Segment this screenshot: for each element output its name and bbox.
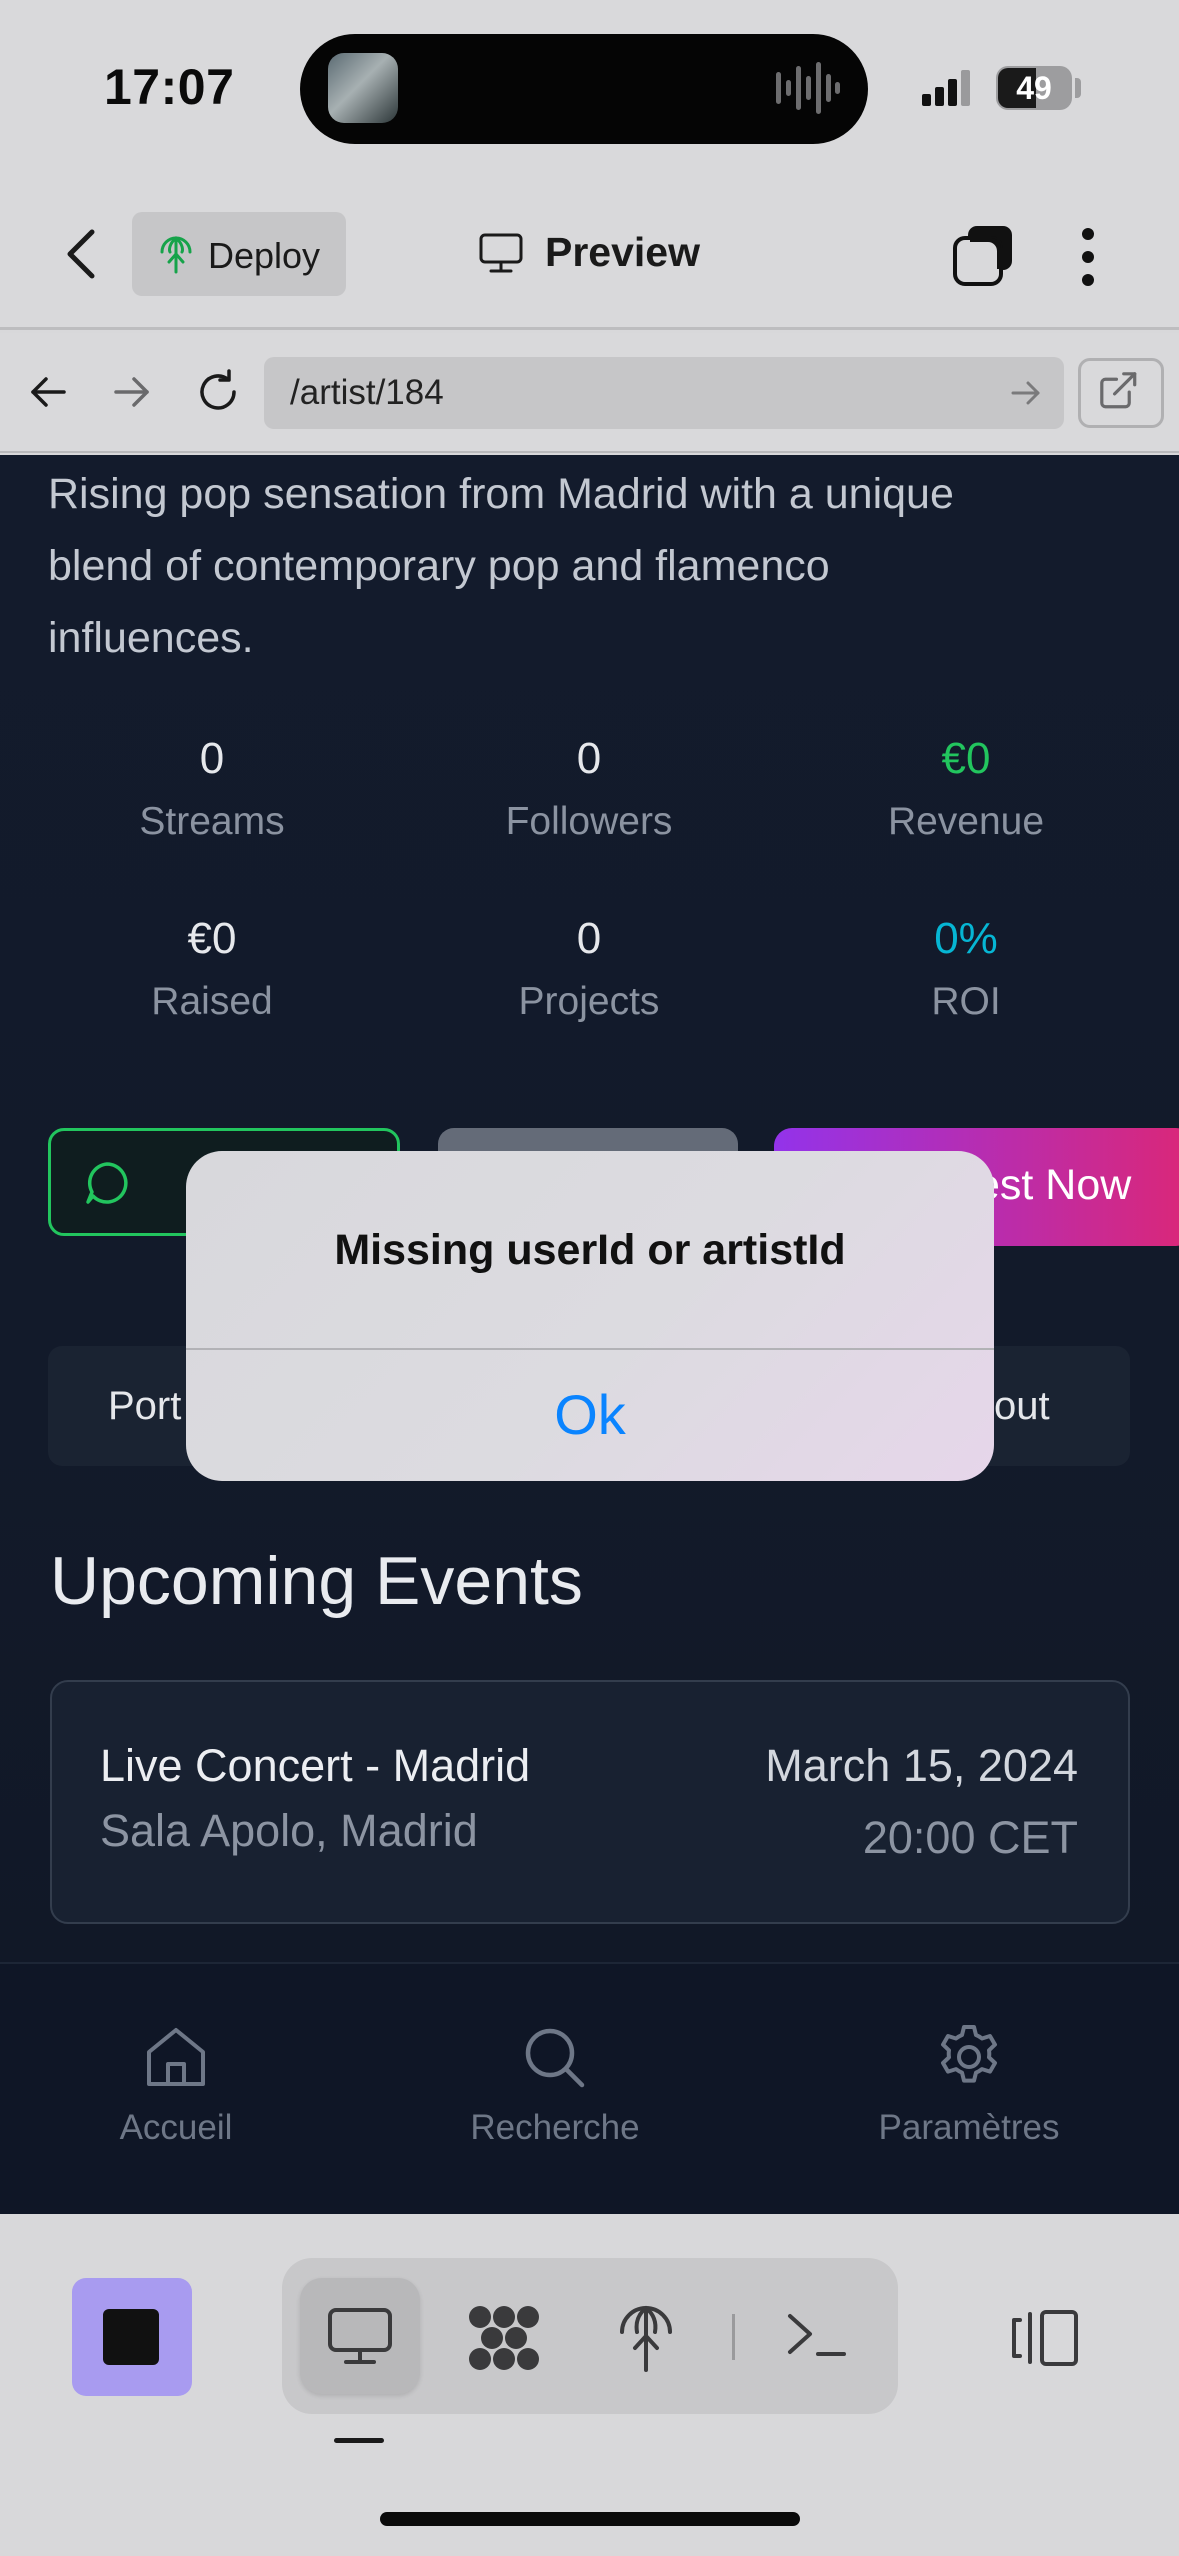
arrow-left-icon[interactable] <box>28 372 68 412</box>
artist-bio-line: influences. <box>48 614 254 662</box>
now-playing-artwork <box>328 53 398 123</box>
nav-home-label[interactable]: Accueil <box>26 2108 326 2148</box>
open-external-button[interactable] <box>1078 358 1164 428</box>
preview-title[interactable]: Preview <box>545 229 700 276</box>
nav-search-label[interactable]: Recherche <box>405 2108 705 2148</box>
stat-followers-label: Followers <box>505 800 673 843</box>
message-circle-icon <box>86 1162 128 1204</box>
chevron-left-icon[interactable] <box>62 226 102 282</box>
stat-streams-label: Streams <box>139 800 285 843</box>
tab-portfolio[interactable]: Port <box>108 1384 181 1429</box>
more-vertical-icon[interactable] <box>1076 226 1100 288</box>
monitor-icon <box>479 233 523 273</box>
active-tool-indicator <box>334 2438 384 2443</box>
home-icon[interactable] <box>141 2022 211 2092</box>
invest-now-label: est Now <box>976 1161 1132 1209</box>
battery-cap <box>1075 78 1081 98</box>
events-heading: Upcoming Events <box>50 1543 583 1619</box>
url-text: /artist/184 <box>290 373 444 412</box>
deploy-icon[interactable] <box>616 2300 676 2374</box>
event-card[interactable] <box>50 1680 1130 1924</box>
stat-raised-label: Raised <box>151 980 273 1023</box>
alert-message: Missing userId or artistId <box>334 1226 846 1274</box>
artist-bio-line: Rising pop sensation from Madrid with a … <box>48 470 954 518</box>
stat-projects-value: 0 <box>576 914 602 963</box>
event-time: 20:00 CET <box>862 1812 1078 1863</box>
status-time: 17:07 <box>104 59 235 115</box>
reload-icon[interactable] <box>194 368 242 416</box>
cellular-signal-icon <box>922 70 970 106</box>
stat-roi-value: 0% <box>934 914 998 963</box>
arrow-right-icon[interactable] <box>112 372 152 412</box>
stat-streams-value: 0 <box>199 734 225 783</box>
audio-waveform-icon <box>776 62 840 114</box>
stat-projects-label: Projects <box>518 980 660 1023</box>
deploy-label: Deploy <box>208 235 321 276</box>
monitor-icon <box>328 2308 392 2364</box>
tabs-icon[interactable] <box>952 224 1014 286</box>
tab-about[interactable]: out <box>994 1384 1050 1429</box>
event-venue: Sala Apolo, Madrid <box>100 1805 478 1856</box>
tool-divider <box>732 2314 735 2360</box>
stat-revenue-label: Revenue <box>887 800 1045 843</box>
stat-followers-value: 0 <box>576 734 602 783</box>
artist-bio-line: blend of contemporary pop and flamenco <box>48 542 830 590</box>
search-icon[interactable] <box>519 2022 589 2092</box>
external-link-icon <box>1100 372 1137 409</box>
terminal-icon[interactable] <box>786 2310 848 2362</box>
stat-raised-value: €0 <box>187 914 237 963</box>
stat-revenue-value: €0 <box>941 734 991 783</box>
alert-ok-button[interactable]: Ok <box>186 1350 994 1480</box>
battery-percent: 49 <box>1016 70 1052 106</box>
packages-icon[interactable] <box>466 2303 542 2373</box>
stat-roi-label: ROI <box>931 980 1001 1023</box>
event-name: Live Concert - Madrid <box>100 1740 531 1791</box>
deploy-icon <box>160 236 192 274</box>
home-indicator[interactable] <box>380 2512 800 2526</box>
side-panel-icon[interactable] <box>1010 2308 1080 2368</box>
gear-icon[interactable] <box>934 2022 1004 2092</box>
go-arrow-icon[interactable] <box>1010 378 1042 408</box>
event-date: March 15, 2024 <box>765 1740 1078 1791</box>
nav-settings-label[interactable]: Paramètres <box>819 2108 1119 2148</box>
stop-icon <box>103 2309 159 2365</box>
